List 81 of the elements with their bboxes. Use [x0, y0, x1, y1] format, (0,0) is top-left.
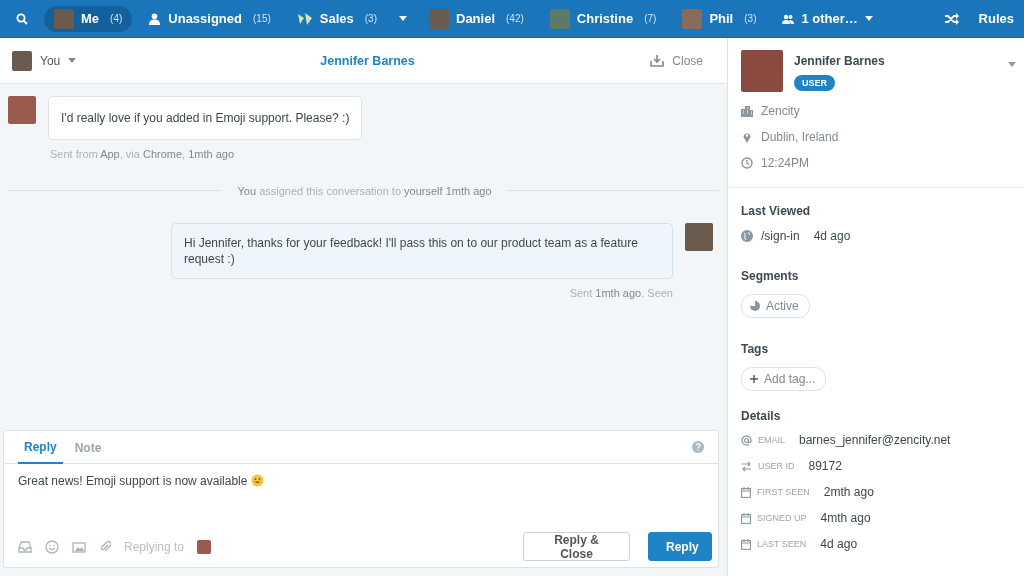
- detail-label: LAST SEEN: [757, 539, 807, 549]
- detail-value: 4mth ago: [820, 511, 871, 525]
- swap-arrows-icon: [741, 460, 752, 472]
- plus-icon: [750, 375, 758, 383]
- caret-icon: [68, 58, 77, 63]
- detail-label: EMAIL: [758, 435, 785, 445]
- calendar-icon: [741, 538, 751, 550]
- message-meta: Sent 1mth ago. Seen: [568, 287, 673, 299]
- paperclip-icon[interactable]: [99, 540, 111, 553]
- emoji-icon[interactable]: [45, 539, 59, 554]
- caret-icon: [864, 16, 873, 21]
- agent-avatar: [12, 50, 32, 71]
- company-name: Zencity: [761, 104, 800, 118]
- reply-button[interactable]: Reply: [648, 532, 712, 561]
- user-badge: USER: [794, 75, 835, 91]
- inbox-tab[interactable]: Sales (3): [286, 5, 387, 32]
- avatar-image: [429, 8, 449, 29]
- clock-icon: [741, 157, 753, 169]
- inbox-tab[interactable]: Me (4): [44, 5, 133, 32]
- location-text: Dublin, Ireland: [761, 130, 839, 144]
- event-text: You assigned this conversation to yourself 1mth ago: [236, 184, 492, 197]
- globe-icon: [741, 230, 753, 242]
- rules-button[interactable]: Rules: [944, 11, 1018, 26]
- image-icon[interactable]: [72, 540, 86, 553]
- pie-icon: [750, 301, 760, 311]
- calendar-icon: [741, 486, 751, 498]
- avatar-image: [549, 8, 570, 29]
- person-icon: [148, 12, 162, 25]
- detail-label: SIGNED UP: [757, 513, 807, 523]
- detail-value: barnes_jennifer@zencity.net: [799, 433, 951, 447]
- help-icon[interactable]: [692, 441, 704, 453]
- user-name: Jennifer Barnes: [794, 54, 886, 68]
- download-tray-icon: [650, 54, 665, 67]
- assignee-name[interactable]: You: [40, 53, 61, 68]
- team-icon: [296, 11, 313, 26]
- detail-label: FIRST SEEN: [757, 487, 810, 497]
- message-input[interactable]: Great news! Emoji support is now available: [18, 474, 248, 488]
- inbox-tab[interactable]: Phil (3): [672, 5, 767, 32]
- user-avatar: [8, 96, 36, 124]
- message-bubble: I'd really love if you added in Emoji support. Please? :): [48, 96, 363, 140]
- message-meta: Sent from App, via Chrome, 1mth ago: [49, 148, 236, 160]
- section-heading: Segments: [741, 269, 800, 283]
- viewed-time: 4d ago: [813, 229, 851, 243]
- smiley-emoji-icon: [251, 474, 265, 487]
- calendar-icon: [741, 512, 751, 524]
- detail-value: 89172: [808, 459, 842, 473]
- more-inboxes-tab[interactable]: 1 other…: [772, 5, 883, 32]
- user-avatar: [197, 539, 212, 554]
- local-time: 12:24PM: [761, 156, 810, 170]
- page-path[interactable]: /sign-in: [761, 229, 800, 243]
- section-heading: Details: [741, 409, 782, 423]
- inbox-icon[interactable]: [18, 540, 32, 553]
- reply-close-button[interactable]: Reply & Close: [523, 532, 630, 561]
- detail-label: USER ID: [758, 461, 795, 471]
- message-bubble: Hi Jennifer, thanks for your feedback! I'll pass this on to our product team as a feature request :): [171, 223, 673, 279]
- conversation-title: Jennifer Barnes: [319, 53, 416, 68]
- section-heading: Tags: [741, 342, 770, 356]
- user-photo: [741, 50, 783, 92]
- composer-tab[interactable]: Reply: [18, 430, 63, 464]
- shuffle-icon: [944, 12, 959, 25]
- avatar-image: [682, 8, 703, 29]
- caret-icon: [399, 16, 407, 21]
- add-tag-button[interactable]: Add tag...: [741, 367, 827, 391]
- inbox-tab[interactable]: Daniel (42): [419, 5, 534, 32]
- at-sign-icon: [741, 434, 752, 446]
- avatar-image: [54, 8, 74, 29]
- people-icon: [782, 13, 795, 24]
- search-icon[interactable]: [16, 12, 28, 25]
- inbox-tab[interactable]: Christine (7): [539, 5, 667, 32]
- building-icon: [741, 105, 753, 117]
- detail-value: 4d ago: [820, 537, 858, 551]
- composer-tab[interactable]: Note: [68, 431, 108, 463]
- location-pin-icon: [741, 131, 753, 143]
- section-heading: Last Viewed: [741, 204, 812, 218]
- inbox-tab[interactable]: Unassigned (15): [138, 5, 281, 32]
- detail-value: 2mth ago: [823, 485, 874, 499]
- replying-to-label: Replying to: [124, 539, 185, 554]
- close-button[interactable]: Close: [433, 53, 715, 68]
- agent-avatar: [685, 223, 713, 251]
- segment-chip[interactable]: Active: [741, 294, 810, 318]
- caret-icon: [1008, 62, 1016, 67]
